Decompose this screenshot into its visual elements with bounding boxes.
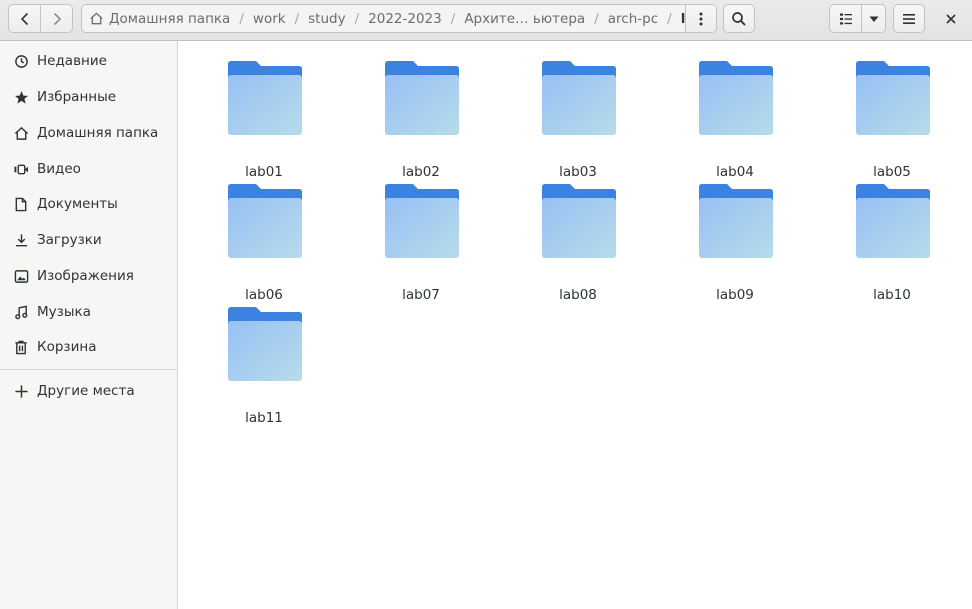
vertical-dots-icon bbox=[699, 12, 703, 25]
path-segment-study[interactable]: study bbox=[308, 11, 345, 27]
folder-name: lab11 bbox=[245, 410, 283, 426]
path-home-label: Домашняя папка bbox=[109, 10, 231, 27]
folder-name: lab03 bbox=[559, 164, 597, 180]
view-buttons bbox=[829, 4, 886, 33]
download-icon bbox=[13, 232, 29, 248]
folder-item[interactable]: lab08 bbox=[518, 184, 638, 303]
sidebar-item-label: Избранные bbox=[37, 89, 117, 105]
path-segment-year[interactable]: 2022-2023 bbox=[368, 11, 442, 27]
star-icon bbox=[13, 89, 29, 105]
search-icon bbox=[732, 11, 746, 26]
sidebar-item-videos[interactable]: Видео bbox=[0, 154, 177, 184]
recent-icon bbox=[13, 53, 29, 69]
folder-item[interactable]: lab11 bbox=[204, 307, 324, 426]
folder-name: lab01 bbox=[245, 164, 283, 180]
folder-icon bbox=[385, 184, 459, 258]
folder-name: lab02 bbox=[402, 164, 440, 180]
sidebar-item-trash[interactable]: Корзина bbox=[0, 332, 177, 362]
folder-icon bbox=[856, 61, 930, 135]
sidebar-item-starred[interactable]: Избранные bbox=[0, 82, 177, 112]
path-segment-arch-pc[interactable]: arch-pc bbox=[608, 11, 658, 27]
folder-icon bbox=[856, 184, 930, 258]
main-menu-button[interactable] bbox=[893, 4, 925, 33]
sidebar-item-label: Недавние bbox=[37, 53, 107, 69]
search-button[interactable] bbox=[723, 4, 755, 33]
folder-item[interactable]: lab07 bbox=[361, 184, 481, 303]
folder-name: lab08 bbox=[559, 287, 597, 303]
sidebar-item-label: Видео bbox=[37, 161, 81, 177]
document-icon bbox=[13, 196, 29, 212]
sidebar-item-label: Документы bbox=[37, 196, 118, 212]
sidebar-item-other-locations[interactable]: Другие места bbox=[0, 376, 177, 406]
folder-item[interactable]: lab09 bbox=[675, 184, 795, 303]
folder-name: lab09 bbox=[716, 287, 754, 303]
sidebar-item-label: Домашняя папка bbox=[37, 125, 159, 141]
sidebar-item-label: Музыка bbox=[37, 304, 91, 320]
folder-item[interactable]: lab10 bbox=[832, 184, 952, 303]
view-list-button[interactable] bbox=[830, 5, 861, 32]
sidebar-item-pictures[interactable]: Изображения bbox=[0, 261, 177, 291]
view-options-button[interactable] bbox=[861, 5, 885, 32]
pan-down-icon bbox=[869, 16, 878, 22]
view-list-icon bbox=[839, 13, 852, 24]
path-bar: Домашняя папка / work / study / 2022-202… bbox=[81, 4, 717, 33]
folder-icon bbox=[542, 184, 616, 258]
home-icon bbox=[13, 125, 29, 141]
folder-name: lab07 bbox=[402, 287, 440, 303]
home-icon bbox=[90, 12, 103, 25]
sidebar-item-home[interactable]: Домашняя папка bbox=[0, 118, 177, 148]
path-menu-button[interactable] bbox=[685, 5, 716, 32]
sidebar-item-label: Изображения bbox=[37, 268, 134, 284]
trash-icon bbox=[13, 339, 29, 355]
folder-name: lab10 bbox=[873, 287, 911, 303]
folder-name: lab05 bbox=[873, 164, 911, 180]
navigation-buttons bbox=[8, 4, 73, 33]
folder-view: lab01 lab02 lab03 lab04 lab05 lab06 lab0… bbox=[179, 41, 972, 609]
folder-icon bbox=[228, 61, 302, 135]
header-bar: Домашняя папка / work / study / 2022-202… bbox=[0, 0, 972, 41]
path-segment-work[interactable]: work bbox=[253, 11, 286, 27]
folder-icon bbox=[542, 61, 616, 135]
folder-name: lab06 bbox=[245, 287, 283, 303]
close-icon bbox=[946, 14, 956, 24]
folder-item[interactable]: lab04 bbox=[675, 61, 795, 180]
sidebar-separator bbox=[0, 369, 177, 370]
folder-icon bbox=[228, 307, 302, 381]
hamburger-menu-icon bbox=[903, 13, 915, 24]
sidebar-item-documents[interactable]: Документы bbox=[0, 189, 177, 219]
plus-icon bbox=[13, 383, 29, 399]
path-segment-architecture[interactable]: Архите… ьютера bbox=[464, 11, 585, 27]
go-previous-icon bbox=[20, 12, 28, 25]
folder-item[interactable]: lab05 bbox=[832, 61, 952, 180]
go-next-icon bbox=[53, 12, 61, 25]
sidebar-item-label: Загрузки bbox=[37, 232, 102, 248]
folder-icon bbox=[699, 184, 773, 258]
sidebar-item-recent[interactable]: Недавние bbox=[0, 46, 177, 76]
video-icon bbox=[13, 161, 29, 177]
sidebar-item-downloads[interactable]: Загрузки bbox=[0, 225, 177, 255]
folder-icon bbox=[699, 61, 773, 135]
sidebar-item-label: Другие места bbox=[37, 383, 135, 399]
image-icon bbox=[13, 268, 29, 284]
sidebar-item-label: Корзина bbox=[37, 339, 97, 355]
folder-name: lab04 bbox=[716, 164, 754, 180]
folder-icon bbox=[385, 61, 459, 135]
folder-icon bbox=[228, 184, 302, 258]
music-icon bbox=[13, 304, 29, 320]
folder-item[interactable]: lab06 bbox=[204, 184, 324, 303]
sidebar: Недавние Избранные Домашняя папка Видео … bbox=[0, 41, 178, 609]
forward-button[interactable] bbox=[40, 5, 72, 32]
close-button[interactable] bbox=[939, 8, 963, 30]
folder-item[interactable]: lab02 bbox=[361, 61, 481, 180]
folder-item[interactable]: lab01 bbox=[204, 61, 324, 180]
folder-item[interactable]: lab03 bbox=[518, 61, 638, 180]
path-home-button[interactable]: Домашняя папка bbox=[82, 11, 230, 27]
back-button[interactable] bbox=[9, 5, 40, 32]
sidebar-item-music[interactable]: Музыка bbox=[0, 297, 177, 327]
